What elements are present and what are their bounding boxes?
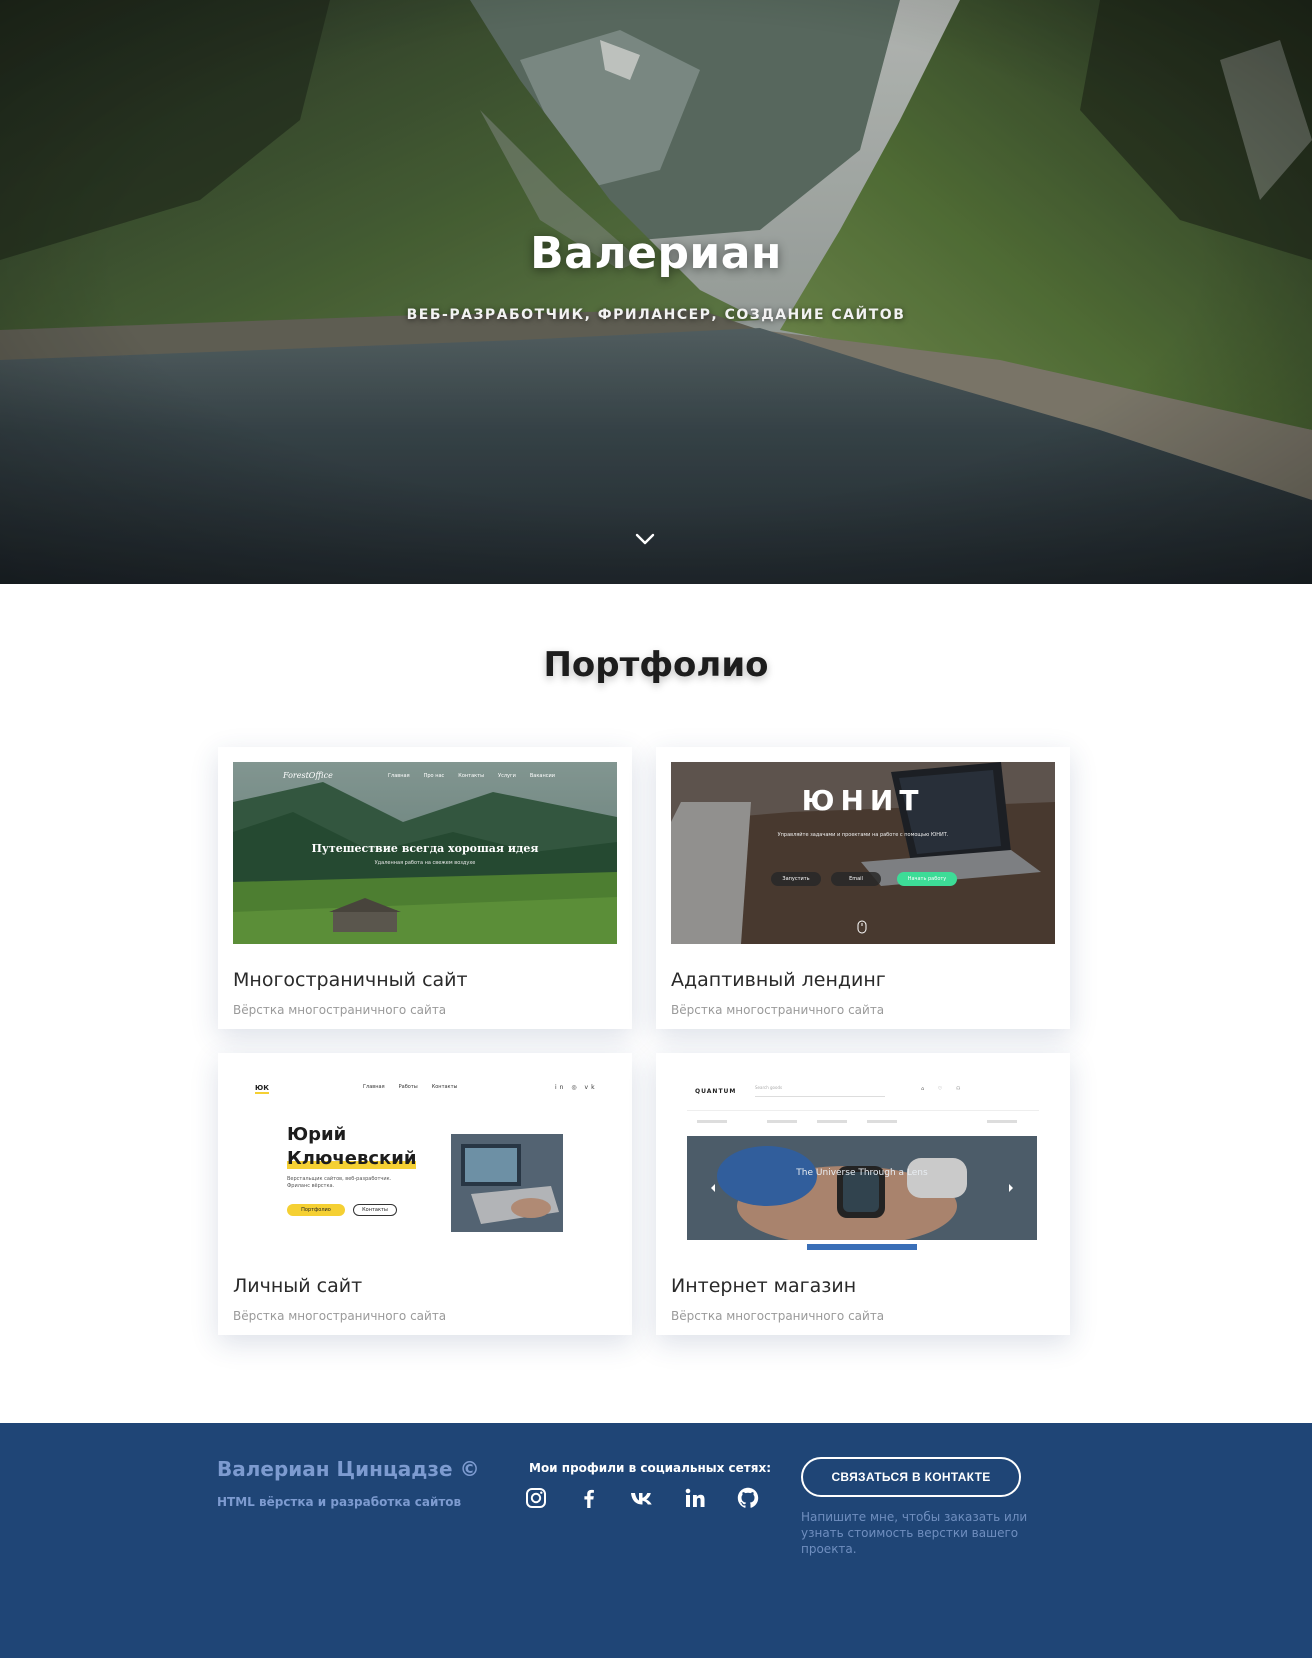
preview-logo: ЮК — [255, 1084, 269, 1094]
hero-section: Валериан ВЕБ-РАЗРАБОТЧИК, ФРИЛАНСЕР, СОЗ… — [0, 0, 1312, 584]
preview-laptop-image — [451, 1134, 563, 1232]
preview-social-icons: in ◎ vk — [555, 1084, 598, 1091]
facebook-icon[interactable] — [576, 1485, 602, 1511]
preview-logo: QUANTUM — [695, 1088, 737, 1095]
preview-button: Запустить — [771, 872, 821, 886]
footer-social-icons — [523, 1485, 761, 1515]
preview-nav-item: Вакансии — [529, 773, 555, 779]
preview-primary-button: Портфолио — [287, 1204, 345, 1216]
contact-vk-button[interactable]: СВЯЗАТЬСЯ В КОНТАКТЕ — [801, 1457, 1021, 1497]
card-preview-shop: QUANTUM Search goods ⌂ ♡ ⚇ The Universe … — [671, 1068, 1055, 1250]
preview-search: Search goods — [755, 1085, 885, 1097]
preview-headline: Путешествие всегда хорошая идея — [311, 842, 539, 855]
preview-secondary-button: Контакты — [353, 1204, 397, 1216]
footer-social-title: Мои профили в социальных сетях: — [529, 1461, 772, 1475]
footer: Валериан Цинцадзе © HTML вёрстка и разра… — [0, 1423, 1312, 1658]
portfolio-card-multipage[interactable]: ForestOffice Главная Про нас Контакты Ус… — [218, 747, 632, 1029]
preview-logo: ForestOffice — [283, 771, 333, 780]
card-description: Вёрстка многостраничного сайта — [233, 1003, 447, 1017]
preview-category-bar — [687, 1118, 1039, 1126]
card-description: Вёрстка многостраничного сайта — [671, 1309, 885, 1323]
card-description: Вёрстка многостраничного сайта — [671, 1003, 885, 1017]
footer-author-name: Валериан Цинцадзе © — [217, 1457, 480, 1481]
portfolio-card-shop[interactable]: QUANTUM Search goods ⌂ ♡ ⚇ The Universe … — [656, 1053, 1070, 1335]
preview-nav: Главная Работы Контакты — [363, 1084, 457, 1090]
vk-icon[interactable] — [629, 1485, 655, 1511]
preview-nav: Главная Про нас Контакты Услуги Вакансии — [388, 773, 555, 779]
preview-banner-text: The Universe Through a Lens — [796, 1168, 928, 1178]
card-preview-personal: ЮК Главная Работы Контакты in ◎ vk Юрий … — [233, 1068, 617, 1250]
portfolio-card-personal[interactable]: ЮК Главная Работы Контакты in ◎ vk Юрий … — [218, 1053, 632, 1335]
footer-contact-note: Напишите мне, чтобы заказать или узнать … — [801, 1510, 1028, 1556]
preview-nav-item: Про нас — [423, 773, 445, 779]
preview-nav-item: Работы — [398, 1084, 418, 1090]
preview-nav-item: Контакты — [458, 773, 485, 779]
linkedin-icon[interactable] — [682, 1485, 708, 1511]
github-icon[interactable] — [735, 1485, 761, 1511]
card-title: Адаптивный лендинг — [671, 969, 886, 991]
chevron-down-icon[interactable] — [634, 528, 656, 550]
instagram-icon[interactable] — [523, 1485, 549, 1511]
preview-divider — [687, 1110, 1039, 1111]
preview-email-field: Email — [831, 872, 881, 886]
preview-cta-button: Начать работу — [897, 872, 957, 886]
preview-subline: Удаленная работа на свежем воздухе — [374, 860, 476, 866]
card-title: Многостраничный сайт — [233, 969, 468, 991]
preview-nav-item: Услуги — [498, 773, 516, 779]
preview-name-line2: Ключевский — [287, 1148, 417, 1169]
hero-background-image — [0, 0, 1312, 584]
preview-product-strip — [807, 1244, 917, 1250]
card-title: Интернет магазин — [671, 1275, 857, 1297]
hero-title: Валериан — [530, 228, 782, 279]
card-title: Личный сайт — [233, 1275, 363, 1297]
card-description: Вёрстка многостраничного сайта — [233, 1309, 447, 1323]
preview-header-icons: ⌂ ♡ ⚇ — [921, 1086, 967, 1092]
preview-banner-image — [687, 1136, 1037, 1240]
preview-subline: Управляйте задачами и проектами на работ… — [777, 832, 949, 838]
hero-subtitle: ВЕБ-РАЗРАБОТЧИК, ФРИЛАНСЕР, СОЗДАНИЕ САЙ… — [406, 307, 906, 323]
card-preview-landing: ЮНИТ Управляйте задачами и проектами на … — [671, 762, 1055, 944]
portfolio-card-landing[interactable]: ЮНИТ Управляйте задачами и проектами на … — [656, 747, 1070, 1029]
portfolio-title: Портфолио — [543, 645, 769, 685]
preview-nav-item: Главная — [363, 1084, 385, 1090]
mouse-icon — [857, 920, 867, 934]
preview-nav-item: Главная — [388, 773, 410, 779]
preview-about: Верстальщик сайтов, веб-разработчик. Фри… — [287, 1176, 392, 1189]
preview-headline: ЮНИТ — [801, 784, 925, 817]
card-preview-multipage: ForestOffice Главная Про нас Контакты Ус… — [233, 762, 617, 944]
preview-nav-item: Контакты — [431, 1084, 458, 1090]
preview-name-line1: Юрий — [287, 1124, 347, 1145]
footer-tagline: HTML вёрстка и разработка сайтов — [217, 1495, 462, 1509]
